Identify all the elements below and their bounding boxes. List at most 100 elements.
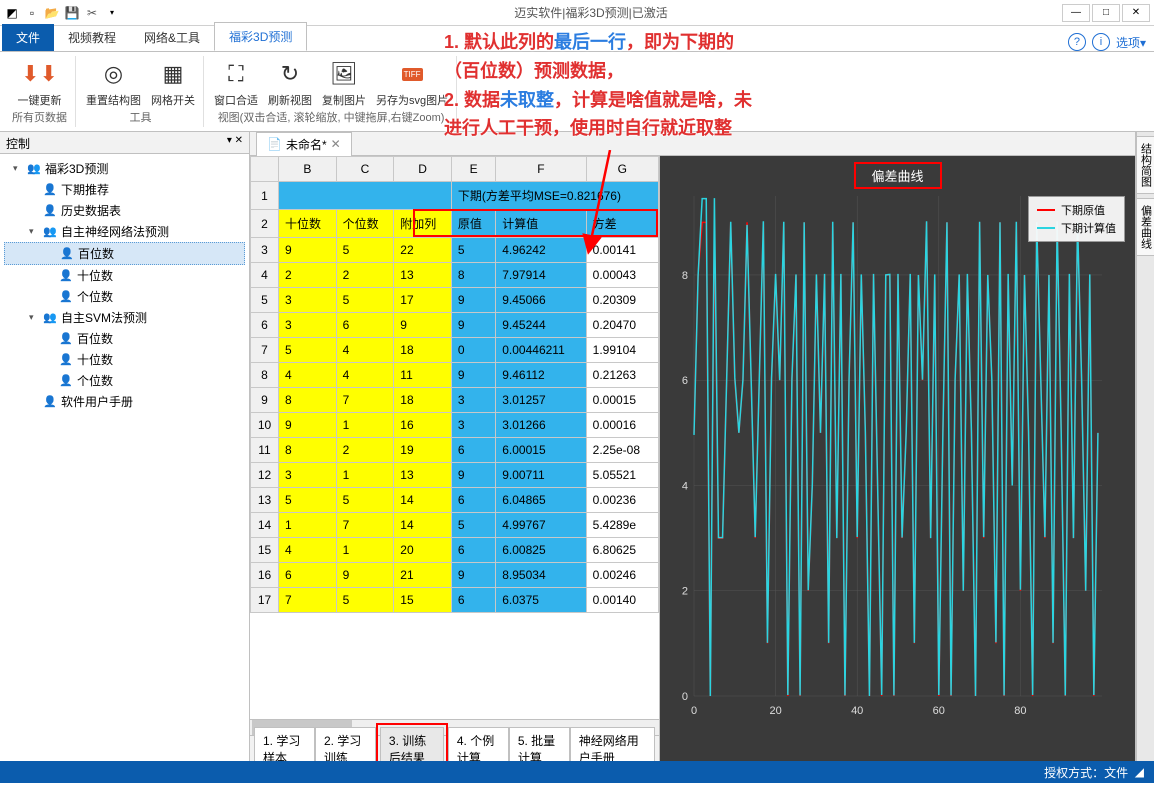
tree-node[interactable]: 👤个位数	[4, 370, 245, 391]
ribbon-tab-file[interactable]: 文件	[2, 24, 54, 51]
row-header[interactable]: 8	[251, 363, 279, 388]
row-header[interactable]: 6	[251, 313, 279, 338]
result-tab[interactable]: 3. 训练后结果	[380, 727, 444, 762]
header-cell[interactable]: 十位数	[279, 210, 337, 238]
data-cell[interactable]: 6.04865	[496, 488, 586, 513]
data-cell[interactable]: 0.20470	[586, 313, 658, 338]
grid-toggle-button[interactable]: ▦网格开关	[151, 58, 195, 108]
data-cell[interactable]: 8	[451, 263, 495, 288]
col-header[interactable]: C	[336, 157, 394, 182]
header-cell[interactable]: 附加列	[394, 210, 452, 238]
data-cell[interactable]: 5	[279, 488, 337, 513]
row-header[interactable]: 11	[251, 438, 279, 463]
tree-node[interactable]: ▾👥自主神经网络法预测	[4, 221, 245, 242]
data-cell[interactable]: 16	[394, 413, 452, 438]
data-cell[interactable]: 9	[451, 313, 495, 338]
data-cell[interactable]: 8	[279, 438, 337, 463]
dock-tab-deviation[interactable]: 偏差曲线	[1136, 198, 1154, 256]
tree-node[interactable]: 👤下期推荐	[4, 179, 245, 200]
data-cell[interactable]: 3.01257	[496, 388, 586, 413]
tree-node[interactable]: 👤百位数	[4, 328, 245, 349]
data-cell[interactable]: 6.00015	[496, 438, 586, 463]
result-tab[interactable]: 2. 学习训练	[315, 727, 376, 762]
data-cell[interactable]: 3	[279, 288, 337, 313]
result-tab[interactable]: 4. 个例计算	[448, 727, 509, 762]
qat-open-icon[interactable]: 📂	[44, 5, 60, 21]
qat-dropdown-icon[interactable]: ▾	[104, 5, 120, 21]
copy-image-button[interactable]: 🖼复制图片	[322, 58, 366, 108]
data-cell[interactable]: 1	[279, 513, 337, 538]
data-cell[interactable]: 0.00140	[586, 588, 658, 613]
data-cell[interactable]: 9	[451, 463, 495, 488]
data-cell[interactable]: 1	[336, 463, 394, 488]
refresh-view-button[interactable]: ↻刷新视图	[268, 58, 312, 108]
data-cell[interactable]: 22	[394, 238, 452, 263]
row-header[interactable]: 13	[251, 488, 279, 513]
data-cell[interactable]: 6	[279, 563, 337, 588]
data-cell[interactable]: 11	[394, 363, 452, 388]
data-cell[interactable]: 6	[451, 538, 495, 563]
status-resize-icon[interactable]: ◢	[1135, 765, 1144, 779]
data-cell[interactable]: 13	[394, 463, 452, 488]
data-cell[interactable]: 7	[336, 513, 394, 538]
data-cell[interactable]: 9	[451, 363, 495, 388]
data-cell[interactable]: 9.46112	[496, 363, 586, 388]
ribbon-tab-video[interactable]: 视频教程	[54, 24, 130, 51]
data-cell[interactable]: 0	[451, 338, 495, 363]
qat-cut-icon[interactable]: ✂	[84, 5, 100, 21]
close-button[interactable]: ✕	[1122, 4, 1150, 22]
row-header[interactable]: 14	[251, 513, 279, 538]
row-header[interactable]: 17	[251, 588, 279, 613]
tree-node[interactable]: ▾👥福彩3D预测	[4, 158, 245, 179]
data-cell[interactable]: 4.99767	[496, 513, 586, 538]
data-cell[interactable]: 4	[336, 363, 394, 388]
data-cell[interactable]: 9.45244	[496, 313, 586, 338]
data-cell[interactable]: 9.45066	[496, 288, 586, 313]
data-cell[interactable]: 19	[394, 438, 452, 463]
row-header[interactable]: 16	[251, 563, 279, 588]
data-cell[interactable]: 4	[336, 338, 394, 363]
data-cell[interactable]: 0.00016	[586, 413, 658, 438]
col-header[interactable]: B	[279, 157, 337, 182]
data-cell[interactable]: 13	[394, 263, 452, 288]
data-cell[interactable]: 6.00825	[496, 538, 586, 563]
data-cell[interactable]: 2	[336, 263, 394, 288]
dock-tab-structure[interactable]: 结构简图	[1136, 136, 1154, 194]
tree-node[interactable]: 👤十位数	[4, 265, 245, 286]
data-cell[interactable]: 0.00246	[586, 563, 658, 588]
refresh-all-button[interactable]: ⬇⬇一键更新	[18, 58, 62, 108]
ribbon-tab-forecast[interactable]: 福彩3D预测	[214, 22, 307, 51]
data-cell[interactable]: 15	[394, 588, 452, 613]
result-tab[interactable]: 1. 学习样本	[254, 727, 315, 762]
data-cell[interactable]: 9	[336, 563, 394, 588]
data-cell[interactable]: 6.0375	[496, 588, 586, 613]
data-cell[interactable]: 14	[394, 488, 452, 513]
col-header[interactable]: D	[394, 157, 452, 182]
data-cell[interactable]: 2	[279, 263, 337, 288]
data-cell[interactable]: 6	[336, 313, 394, 338]
tree-node[interactable]: 👤个位数	[4, 286, 245, 307]
result-tab[interactable]: 神经网络用户手册	[570, 727, 655, 762]
row-header[interactable]: 12	[251, 463, 279, 488]
data-cell[interactable]: 3	[279, 463, 337, 488]
data-cell[interactable]: 3	[451, 388, 495, 413]
row-header[interactable]: 15	[251, 538, 279, 563]
data-cell[interactable]: 2.25e-08	[586, 438, 658, 463]
data-cell[interactable]: 18	[394, 338, 452, 363]
data-cell[interactable]: 1	[336, 413, 394, 438]
data-cell[interactable]: 7.97914	[496, 263, 586, 288]
data-cell[interactable]: 3.01266	[496, 413, 586, 438]
help-icon[interactable]: ?	[1068, 33, 1086, 51]
header-cell[interactable]: 个位数	[336, 210, 394, 238]
data-cell[interactable]: 5	[336, 488, 394, 513]
data-cell[interactable]: 8.95034	[496, 563, 586, 588]
data-cell[interactable]: 5.4289e	[586, 513, 658, 538]
data-cell[interactable]: 18	[394, 388, 452, 413]
data-cell[interactable]: 4.96242	[496, 238, 586, 263]
data-cell[interactable]: 5	[336, 238, 394, 263]
tree-node[interactable]: 👤十位数	[4, 349, 245, 370]
data-cell[interactable]: 5	[451, 513, 495, 538]
data-cell[interactable]: 8	[279, 388, 337, 413]
row-header[interactable]: 4	[251, 263, 279, 288]
fit-window-button[interactable]: ⛶窗口合适	[214, 58, 258, 108]
